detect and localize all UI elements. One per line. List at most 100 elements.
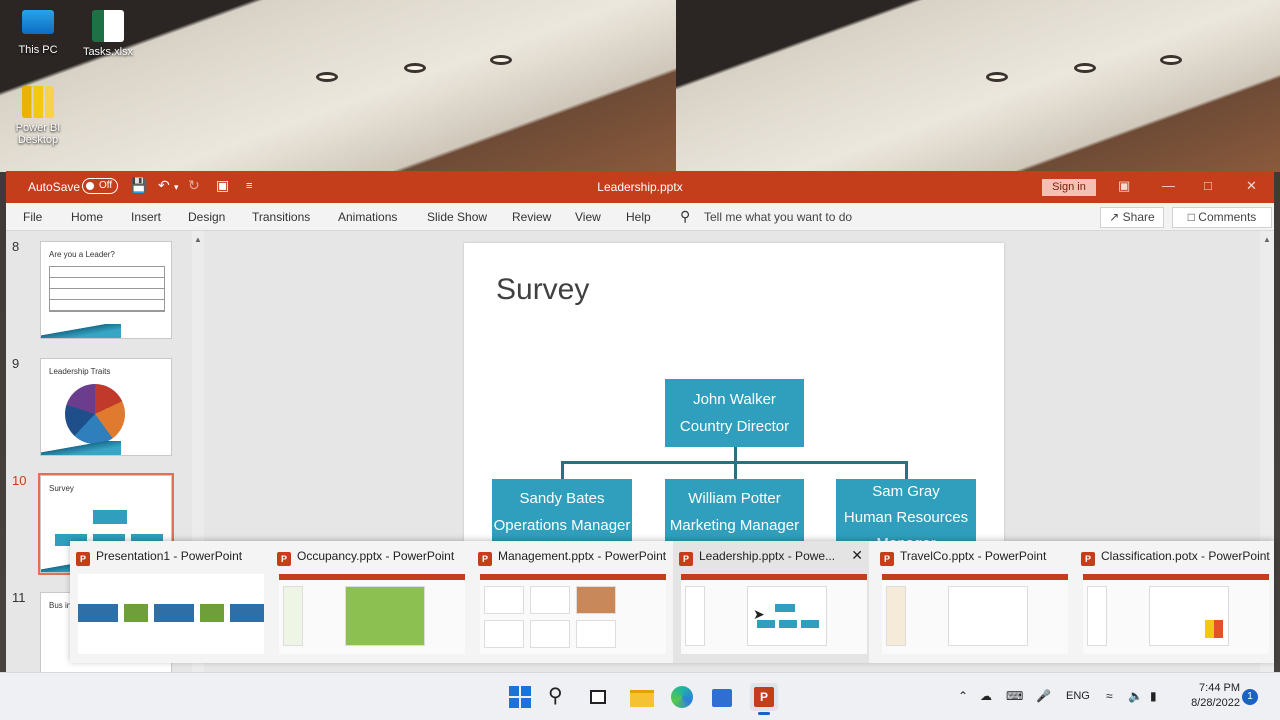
desktop-icon-label: Power BI Desktop [15, 122, 61, 146]
powerpoint-icon: P [277, 552, 291, 566]
tab-help[interactable]: Help [626, 210, 651, 224]
clock-time: 7:44 PM [1199, 682, 1240, 694]
thumbnail-label: Management.pptx - PowerPoint [498, 549, 667, 563]
slide-thumbnail[interactable]: Are you a Leader? [40, 241, 172, 339]
share-label: Share [1122, 210, 1155, 224]
window-thumbnail[interactable]: P Presentation1 - PowerPoint [70, 541, 266, 663]
ceiling-light [1160, 55, 1182, 65]
search-taskbar-icon[interactable]: ⚲ [548, 683, 576, 711]
scroll-up-icon[interactable]: ▲ [194, 235, 202, 244]
comments-label: Comments [1198, 210, 1257, 224]
sign-in-button[interactable]: Sign in [1042, 179, 1096, 196]
edge-browser-icon[interactable] [668, 683, 696, 711]
powerpoint-taskbar-icon[interactable]: P [750, 683, 778, 715]
org-node-name: Sandy Bates [519, 490, 605, 507]
tell-me-box[interactable]: Tell me what you want to do [704, 210, 852, 224]
window-preview [279, 574, 465, 654]
wallpaper-photo-right [676, 0, 1280, 172]
comments-button[interactable]: □ Comments [1172, 207, 1272, 228]
window-preview [78, 574, 264, 654]
wifi-icon[interactable]: ≈ [1106, 689, 1113, 703]
tab-animations[interactable]: Animations [338, 210, 397, 224]
window-thumbnail[interactable]: P Classification.potx - PowerPoint [1075, 541, 1271, 663]
tab-insert[interactable]: Insert [131, 210, 161, 224]
window-thumbnail-active[interactable]: P Leadership.pptx - Powe... ✕ ➤ [673, 541, 869, 663]
preview-sidebar [886, 586, 906, 646]
window-preview [1083, 574, 1269, 654]
onedrive-icon[interactable]: ☁ [980, 689, 992, 703]
powerpoint-glyph: P [754, 687, 774, 707]
windows-logo-icon [509, 686, 519, 696]
preview-page [530, 620, 570, 648]
desktop-icon-this-pc[interactable]: This PC [2, 10, 74, 56]
thumbnail-decoration [41, 441, 121, 455]
maximize-icon[interactable]: □ [1204, 178, 1212, 193]
preview-org-box [779, 620, 797, 628]
preview-page [576, 620, 616, 648]
tab-transitions[interactable]: Transitions [252, 210, 310, 224]
window-thumbnail[interactable]: P TravelCo.pptx - PowerPoint [874, 541, 1070, 663]
desktop-icon-tasks-xlsx[interactable]: Tasks.xlsx [72, 10, 144, 58]
show-hidden-icons-icon[interactable]: ⌃ [958, 689, 968, 703]
tab-review[interactable]: Review [512, 210, 551, 224]
file-explorer-icon[interactable] [628, 683, 656, 711]
task-view-glyph [590, 690, 606, 704]
clock[interactable]: 7:44 PM 8/28/2022 [1168, 681, 1240, 711]
powerpoint-icon: P [1081, 552, 1095, 566]
slide-number: 11 [12, 590, 26, 605]
slide-number: 8 [12, 239, 20, 254]
org-node-top[interactable]: John Walker Country Director [665, 379, 804, 447]
thumbnail-label: Classification.potx - PowerPoint [1101, 549, 1270, 563]
ceiling-light [490, 55, 512, 65]
window-thumbnail[interactable]: P Occupancy.pptx - PowerPoint [271, 541, 467, 663]
title-bar: AutoSave Off 💾 ↶ ▾ ↻ ▣ ≡ Leadership.pptx… [6, 171, 1274, 203]
volume-icon[interactable]: 🔈 [1128, 689, 1143, 703]
tab-design[interactable]: Design [188, 210, 225, 224]
org-connector [561, 461, 564, 479]
tab-view[interactable]: View [575, 210, 601, 224]
microphone-icon[interactable]: 🎤 [1036, 689, 1051, 703]
folder-glyph [630, 690, 654, 707]
tab-slide-show[interactable]: Slide Show [427, 210, 487, 224]
tab-home[interactable]: Home [71, 210, 103, 224]
keyboard-icon[interactable]: ⌨ [1006, 689, 1023, 703]
window-thumbnail[interactable]: P Management.pptx - PowerPoint [472, 541, 668, 663]
slide-title[interactable]: Survey [496, 273, 589, 307]
slide-thumbnail[interactable]: Leadership Traits [40, 358, 172, 456]
search-icon: ⚲ [680, 208, 691, 224]
windows-logo-tile [509, 698, 519, 708]
minimize-icon[interactable]: — [1162, 178, 1175, 193]
share-icon: ↗ [1109, 210, 1123, 224]
desktop-icon-label: Tasks.xlsx [82, 46, 134, 58]
store-icon[interactable] [708, 683, 736, 711]
powerpoint-icon: P [679, 552, 693, 566]
close-window-icon[interactable]: ✕ [851, 547, 863, 564]
window-thumbnail-title: P Presentation1 - PowerPoint [76, 549, 242, 566]
scroll-up-icon[interactable]: ▲ [1263, 235, 1271, 244]
ribbon-display-icon[interactable]: ▣ [1118, 178, 1130, 194]
window-preview: ➤ [681, 574, 867, 654]
ceiling-light [986, 72, 1008, 82]
mouse-cursor-icon: ➤ [753, 606, 765, 622]
task-view-icon[interactable] [586, 683, 614, 711]
input-language[interactable]: ENG [1066, 690, 1090, 702]
window-thumbnail-title: P TravelCo.pptx - PowerPoint [880, 549, 1046, 566]
tab-file[interactable]: File [23, 210, 42, 224]
org-connector [561, 461, 907, 464]
thumbnail-label: TravelCo.pptx - PowerPoint [900, 549, 1047, 563]
thumbnail-org-box [93, 510, 127, 524]
preview-org-box [801, 620, 819, 628]
close-icon[interactable]: ✕ [1246, 178, 1257, 194]
powerpoint-icon: P [478, 552, 492, 566]
window-preview [882, 574, 1068, 654]
preview-sidebar [685, 586, 705, 646]
start-button[interactable] [506, 683, 534, 711]
battery-icon[interactable]: ▮ [1150, 689, 1157, 703]
slide-canvas[interactable]: Survey John Walker Country Director Sand… [464, 243, 1004, 553]
notification-badge[interactable]: 1 [1242, 689, 1258, 705]
window-thumbnail-title: P Management.pptx - PowerPoint [478, 549, 666, 566]
desktop-icon-power-bi[interactable]: Power BI Desktop [2, 86, 74, 146]
preview-page [530, 586, 570, 614]
org-node-name: William Potter [688, 490, 781, 507]
share-button[interactable]: ↗ Share [1100, 207, 1164, 228]
